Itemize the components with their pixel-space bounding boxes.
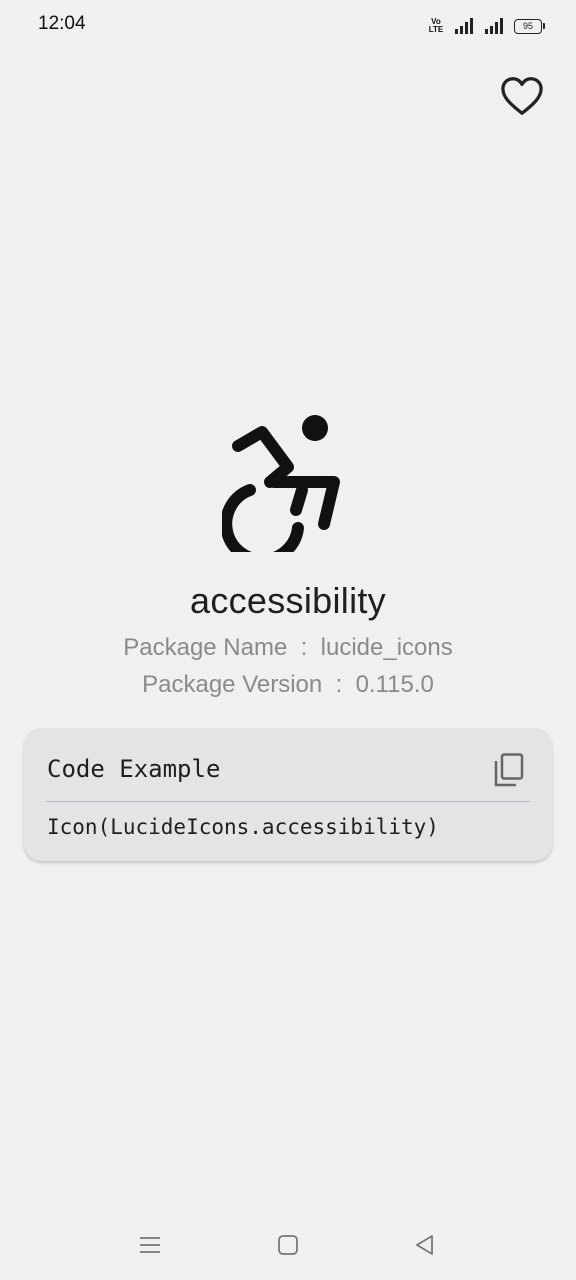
status-bar: 12:04 Vo LTE 95 — [0, 0, 576, 52]
home-square-icon — [278, 1235, 298, 1255]
signal-icon — [485, 18, 503, 34]
package-name: Package Name : lucide_icons — [123, 634, 453, 661]
status-time: 12:04 — [38, 13, 86, 34]
menu-icon — [140, 1237, 160, 1253]
status-icons: Vo LTE 95 — [426, 14, 545, 38]
icon-name: accessibility — [190, 580, 386, 621]
system-nav-bar — [0, 1216, 576, 1280]
nav-home-button[interactable] — [268, 1228, 308, 1262]
volte-icon: Vo LTE — [428, 17, 444, 34]
code-divider — [46, 801, 530, 802]
accessibility-icon — [222, 415, 340, 552]
favorite-button[interactable] — [496, 70, 548, 122]
signal-icon — [455, 18, 473, 34]
code-example-card: Code Example Icon(LucideIcons.accessibil… — [24, 728, 552, 861]
back-triangle-icon — [416, 1235, 433, 1255]
nav-back-button[interactable] — [405, 1228, 445, 1262]
nav-menu-button[interactable] — [130, 1228, 170, 1262]
package-version: Package Version : 0.115.0 — [142, 671, 434, 698]
copy-button[interactable] — [492, 750, 526, 790]
battery-level: 95 — [522, 21, 533, 31]
copy-icon — [494, 753, 524, 787]
battery-icon: 95 — [514, 18, 545, 34]
code-example-title: Code Example — [47, 755, 221, 783]
code-snippet: Icon(LucideIcons.accessibility) — [47, 815, 439, 839]
heart-outline-icon — [501, 77, 543, 115]
